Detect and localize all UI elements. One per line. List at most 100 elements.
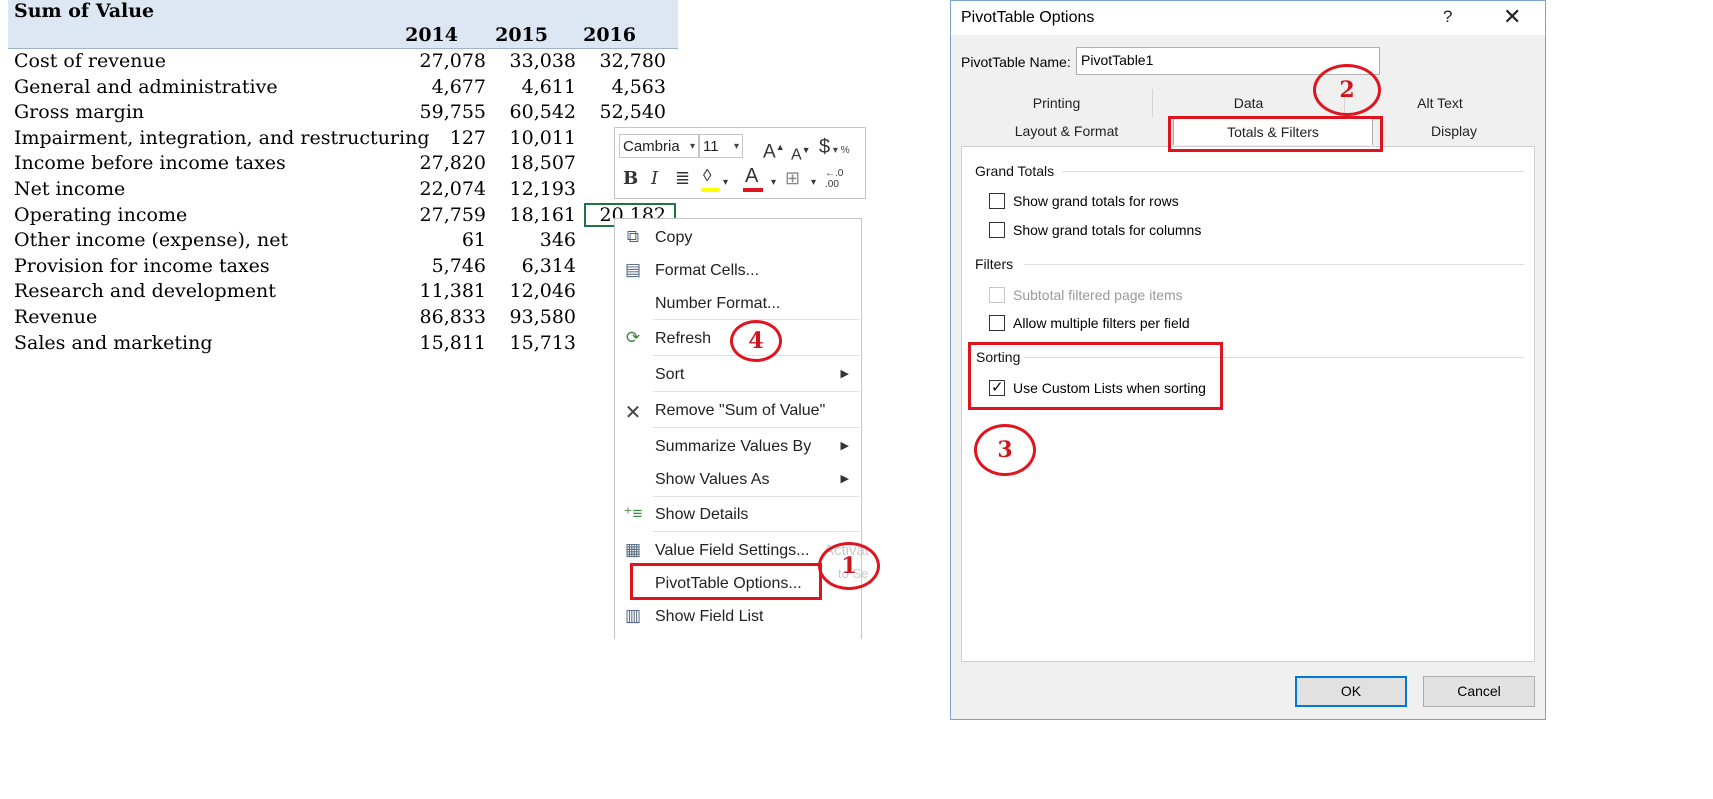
bold-button[interactable]: B bbox=[623, 169, 638, 189]
font-name-box[interactable]: Cambria ▾ bbox=[619, 134, 699, 158]
value-cell[interactable]: 4,563 bbox=[576, 76, 666, 98]
row-label[interactable]: Other income (expense), net bbox=[14, 229, 288, 251]
menu-item-sort[interactable]: Sort ▶ bbox=[615, 359, 861, 391]
refresh-icon: ⟳ bbox=[625, 328, 641, 347]
step-marker-1: 1 bbox=[818, 542, 880, 590]
value-cell[interactable]: 346 bbox=[486, 229, 576, 251]
menu-item-summarize-values-by[interactable]: Summarize Values By ▶ bbox=[615, 431, 861, 463]
value-cell[interactable]: 18,161 bbox=[486, 204, 576, 226]
value-cell[interactable]: 4,677 bbox=[396, 76, 486, 98]
value-cell[interactable]: 86,833 bbox=[396, 306, 486, 328]
value-cell[interactable]: 11,381 bbox=[396, 280, 486, 302]
value-cell[interactable]: 15,713 bbox=[486, 332, 576, 354]
menu-item-number-format[interactable]: Number Format... bbox=[615, 288, 861, 320]
submenu-arrow-icon: ▶ bbox=[840, 368, 849, 380]
value-cell[interactable]: 93,580 bbox=[486, 306, 576, 328]
tab-display[interactable]: Display bbox=[1373, 117, 1535, 145]
table-row[interactable]: Operating income 27,759 18,161 20,182 bbox=[0, 204, 680, 229]
row-label[interactable]: Gross margin bbox=[14, 101, 144, 123]
row-label[interactable]: Income before income taxes bbox=[14, 152, 286, 174]
row-label[interactable]: Net income bbox=[14, 178, 125, 200]
option-label: Allow multiple filters per field bbox=[1013, 315, 1190, 331]
tab-printing[interactable]: Printing bbox=[961, 89, 1153, 117]
table-row[interactable]: Revenue86,83393,5808 bbox=[0, 306, 680, 331]
table-row[interactable]: Other income (expense), net 61 346 bbox=[0, 229, 680, 254]
table-row[interactable]: Provision for income taxes 5,746 6,314 bbox=[0, 255, 680, 280]
close-icon[interactable]: ✕ bbox=[1503, 4, 1521, 30]
increase-decimal-button[interactable]: ←.0 .00 bbox=[825, 168, 855, 190]
value-cell[interactable]: 27,078 bbox=[396, 50, 486, 72]
menu-item-format-cells[interactable]: ▤ Format Cells... bbox=[615, 255, 861, 287]
align-center-icon[interactable]: ≣ bbox=[675, 168, 690, 188]
fill-color-button[interactable]: ◊ bbox=[701, 166, 719, 192]
row-label[interactable]: Sales and marketing bbox=[14, 332, 213, 354]
mini-toolbar: Cambria ▾ 11 ▾ A▲ A▼ $ ▾ % B I ≣ ◊ ▾ A ▾… bbox=[614, 127, 866, 199]
table-row[interactable]: Income before income taxes27,82018,5071 bbox=[0, 152, 680, 177]
ok-button[interactable]: OK bbox=[1295, 676, 1407, 707]
value-cell[interactable]: 12,193 bbox=[486, 178, 576, 200]
value-cell[interactable]: 22,074 bbox=[396, 178, 486, 200]
value-cell[interactable]: 4,611 bbox=[486, 76, 576, 98]
row-label[interactable]: Cost of revenue bbox=[14, 50, 166, 72]
menu-separator bbox=[653, 496, 859, 497]
option-label: Show grand totals for columns bbox=[1013, 222, 1202, 238]
checkbox[interactable] bbox=[989, 193, 1005, 209]
table-row[interactable]: Research and development11,38112,0461 bbox=[0, 280, 680, 305]
row-label[interactable]: General and administrative bbox=[14, 76, 278, 98]
menu-item-remove-field[interactable]: ✕ Remove "Sum of Value" bbox=[615, 395, 861, 427]
row-label[interactable]: Research and development bbox=[14, 280, 276, 302]
font-color-icon: A bbox=[745, 165, 759, 187]
grow-font-button[interactable]: A▲ bbox=[763, 137, 785, 162]
value-cell[interactable]: 32,780 bbox=[576, 50, 666, 72]
cancel-button[interactable]: Cancel bbox=[1423, 676, 1535, 707]
grow-font-icon: A bbox=[763, 141, 776, 163]
row-label[interactable]: Provision for income taxes bbox=[14, 255, 270, 277]
table-row[interactable]: General and administrative 4,677 4,611 4,56… bbox=[0, 76, 680, 101]
value-cell[interactable]: 15,811 bbox=[396, 332, 486, 354]
menu-item-show-details[interactable]: ⁺≡ Show Details bbox=[615, 499, 861, 531]
value-cell[interactable]: 5,746 bbox=[396, 255, 486, 277]
value-cell[interactable]: 59,755 bbox=[396, 101, 486, 123]
italic-button[interactable]: I bbox=[651, 169, 658, 189]
year-header-2015[interactable]: 2015 bbox=[468, 24, 548, 46]
menu-item-copy[interactable]: ⧉ Copy bbox=[615, 222, 861, 254]
font-color-button[interactable]: A bbox=[743, 165, 763, 192]
currency-button[interactable]: $ ▾ % bbox=[819, 137, 850, 161]
checkbox[interactable] bbox=[989, 315, 1005, 331]
checkbox[interactable] bbox=[989, 222, 1005, 238]
help-button[interactable]: ? bbox=[1443, 7, 1452, 27]
value-cell[interactable]: 12,046 bbox=[486, 280, 576, 302]
value-cell[interactable]: 10,011 bbox=[486, 127, 576, 149]
table-row[interactable]: Net income22,07412,1931 bbox=[0, 178, 680, 203]
table-row[interactable]: Gross margin 59,755 60,542 52,540 bbox=[0, 101, 680, 126]
value-cell[interactable]: 52,540 bbox=[576, 101, 666, 123]
table-row[interactable]: Cost of revenue 27,078 33,038 32,780 bbox=[0, 50, 680, 75]
font-size-box[interactable]: 11 ▾ bbox=[699, 134, 743, 158]
table-row[interactable]: Impairment, integration, and restructuri… bbox=[0, 127, 680, 152]
shrink-font-icon: A bbox=[791, 146, 802, 164]
menu-item-show-values-as[interactable]: Show Values As ▶ bbox=[615, 464, 861, 496]
row-label[interactable]: Operating income bbox=[14, 204, 187, 226]
chevron-down-icon[interactable]: ▾ bbox=[771, 173, 776, 193]
value-cell[interactable]: 27,820 bbox=[396, 152, 486, 174]
font-name-value: Cambria bbox=[623, 138, 680, 155]
tab-layout-format[interactable]: Layout & Format bbox=[961, 117, 1173, 145]
year-header-2016[interactable]: 2016 bbox=[556, 24, 636, 46]
value-cell[interactable]: 61 bbox=[396, 229, 486, 251]
chevron-down-icon[interactable]: ▾ bbox=[723, 173, 728, 193]
value-cell[interactable]: 18,507 bbox=[486, 152, 576, 174]
value-cell[interactable]: 27,759 bbox=[396, 204, 486, 226]
row-label[interactable]: Revenue bbox=[14, 306, 97, 328]
year-header-2014[interactable]: 2014 bbox=[378, 24, 458, 46]
value-cell[interactable]: 60,542 bbox=[486, 101, 576, 123]
value-cell[interactable]: 33,038 bbox=[486, 50, 576, 72]
value-cell[interactable]: 6,314 bbox=[486, 255, 576, 277]
row-label[interactable]: Impairment, integration, and restructuri… bbox=[14, 127, 430, 149]
submenu-arrow-icon: ▶ bbox=[840, 440, 849, 452]
shrink-font-button[interactable]: A▼ bbox=[791, 140, 811, 165]
borders-icon[interactable]: ⊞ bbox=[785, 168, 800, 188]
menu-item-show-field-list[interactable]: ▥ Show Field List bbox=[615, 601, 861, 633]
chevron-down-icon[interactable]: ▾ bbox=[811, 173, 816, 193]
table-row[interactable]: Sales and marketing15,81115,7131 bbox=[0, 332, 680, 357]
value-cell[interactable]: 127 bbox=[396, 127, 486, 149]
